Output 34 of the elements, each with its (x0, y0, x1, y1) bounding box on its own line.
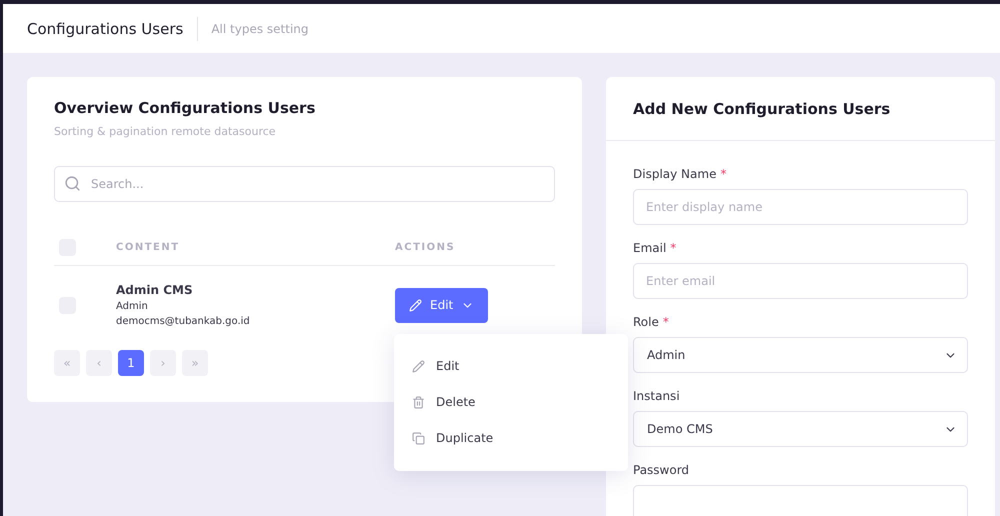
form-title: Add New Configurations Users (633, 100, 890, 118)
menu-item[interactable]: Delete (412, 384, 610, 420)
required-mark: * (720, 167, 726, 181)
required-mark: * (670, 241, 676, 255)
edit-button[interactable]: Edit (395, 288, 488, 322)
page-subtitle: All types setting (197, 16, 308, 40)
input-field[interactable]: Enter email (633, 263, 968, 299)
menu-item[interactable]: Duplicate (412, 420, 610, 456)
search-icon (64, 175, 81, 192)
input-field[interactable]: Enter display name (633, 189, 968, 225)
user-role: Admin (116, 301, 149, 312)
search-field[interactable]: Search... (54, 166, 555, 202)
select-field[interactable]: Demo CMS (633, 411, 968, 447)
field-label: Instansi (633, 389, 681, 403)
user-email: democms@tubankab.go.id (116, 316, 251, 327)
required-mark: * (662, 315, 669, 329)
field-label: Email * (633, 241, 678, 255)
column-header: CONTENT (116, 242, 181, 253)
field-label: Display Name * (633, 167, 728, 181)
page-button[interactable]: 1 (118, 350, 144, 376)
page-title: Configurations Users (27, 20, 184, 38)
copy-icon (412, 432, 425, 444)
menu-item[interactable]: Edit (412, 348, 610, 384)
field-label: Password (633, 463, 690, 477)
card-subtitle: Sorting & pagination remote datasource (54, 125, 277, 138)
trash-icon (412, 396, 425, 408)
user-name: Admin CMS (116, 283, 194, 297)
select-field[interactable]: Admin (633, 337, 968, 373)
field-label: Role * (633, 315, 670, 329)
input-field[interactable] (633, 485, 968, 516)
pencil-icon (412, 360, 425, 372)
pencil-icon (409, 298, 422, 312)
card-title: Overview Configurations Users (54, 99, 316, 117)
column-header: ACTIONS (395, 242, 456, 253)
